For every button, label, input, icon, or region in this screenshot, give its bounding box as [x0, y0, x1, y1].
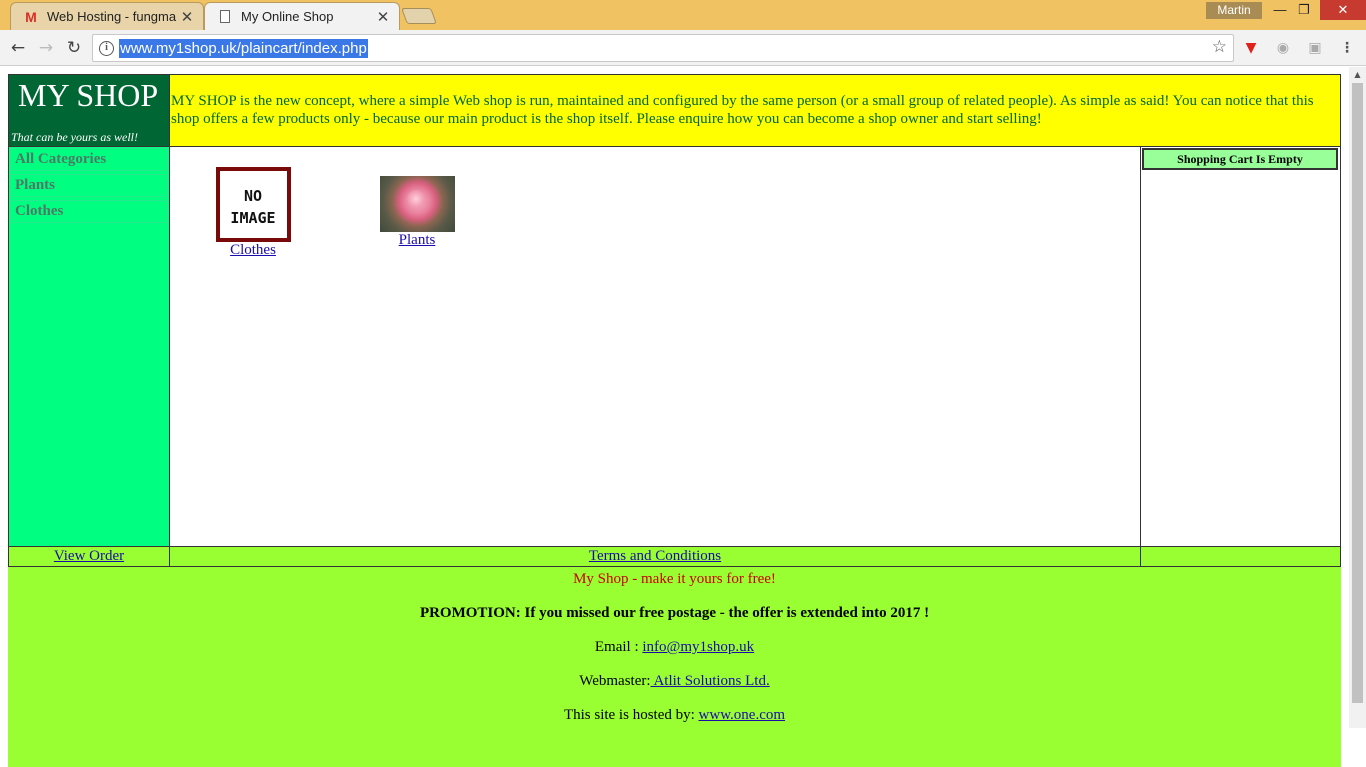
terms-link[interactable]: Terms and Conditions: [589, 548, 721, 564]
scroll-thumb[interactable]: [1352, 83, 1363, 703]
shield-extension-icon[interactable]: ▼: [1241, 38, 1261, 58]
vertical-scrollbar[interactable]: ▲: [1349, 67, 1366, 728]
restore-icon[interactable]: ❐: [1288, 0, 1320, 20]
shop-logo[interactable]: MY SHOP: [18, 77, 158, 114]
profile-button[interactable]: Martin: [1206, 2, 1262, 19]
shop-tagline: That can be yours as well!: [11, 130, 138, 144]
promotion-text: PROMOTION: If you missed our free postag…: [419, 605, 930, 621]
url-text[interactable]: www.my1shop.uk/plaincart/index.php: [119, 39, 368, 58]
gmail-icon: M: [25, 8, 37, 25]
empty-cell: [1140, 546, 1341, 567]
close-tab-icon[interactable]: ✕: [373, 8, 393, 26]
site-info-icon[interactable]: i: [99, 41, 114, 56]
cart-panel: Shopping Cart Is Empty: [1140, 146, 1341, 547]
product-plants[interactable]: Plants: [379, 176, 455, 249]
reload-icon[interactable]: ↻: [62, 36, 86, 60]
cart-status: Shopping Cart Is Empty: [1142, 148, 1338, 170]
forward-arrow-icon[interactable]: →: [34, 36, 58, 60]
host-link[interactable]: www.one.com: [699, 707, 786, 723]
view-order-cell: View Order: [8, 546, 170, 567]
product-link-plants[interactable]: Plants: [399, 232, 436, 248]
footer-slogan: My Shop - make it yours for free!: [573, 571, 776, 587]
web-page: MY SHOP That can be yours as well! MY SH…: [8, 74, 1341, 767]
tab-my-online-shop[interactable]: My Online Shop ✕: [204, 2, 400, 30]
page-footer: My Shop - make it yours for free! PROMOT…: [8, 567, 1341, 767]
scroll-up-icon[interactable]: ▲: [1349, 67, 1366, 82]
product-area: NO IMAGE Clothes Plants: [169, 146, 1141, 547]
webmaster-link[interactable]: Atlit Solutions Ltd.: [651, 673, 769, 689]
shop-intro: MY SHOP is the new concept, where a simp…: [169, 74, 1341, 147]
webmaster-label: Webmaster:: [579, 673, 651, 689]
extension-icon[interactable]: ◉: [1273, 38, 1293, 58]
menu-icon[interactable]: ⋮: [1337, 38, 1357, 58]
shop-layout: MY SHOP That can be yours as well! MY SH…: [8, 74, 1341, 567]
rose-image[interactable]: [379, 176, 455, 232]
bookmark-star-icon[interactable]: ☆: [1212, 37, 1227, 57]
product-clothes[interactable]: NO IMAGE Clothes: [215, 167, 291, 259]
extension-icon[interactable]: ▣: [1305, 38, 1325, 58]
browser-toolbar: ← → ↻ i www.my1shop.uk/plaincart/index.p…: [0, 30, 1366, 66]
no-image-placeholder[interactable]: NO IMAGE: [215, 167, 291, 242]
category-all[interactable]: All Categories: [11, 148, 168, 171]
address-bar[interactable]: i www.my1shop.uk/plaincart/index.php ☆: [92, 34, 1234, 62]
close-window-icon[interactable]: ✕: [1320, 0, 1366, 20]
email-link[interactable]: info@my1shop.uk: [642, 639, 754, 655]
title-bar: M Web Hosting - fungma ✕ My Online Shop …: [0, 0, 1366, 30]
close-tab-icon[interactable]: ✕: [177, 8, 197, 26]
tab-web-hosting[interactable]: M Web Hosting - fungma ✕: [10, 2, 204, 30]
tab-title: My Online Shop: [241, 9, 334, 24]
back-arrow-icon[interactable]: ←: [6, 36, 30, 60]
email-label: Email :: [594, 639, 639, 655]
terms-cell: Terms and Conditions: [169, 546, 1141, 567]
hosted-line: This site is hosted by: www.one.com: [8, 706, 1341, 724]
document-icon: [217, 10, 233, 23]
new-tab-button[interactable]: [401, 8, 437, 24]
category-clothes[interactable]: Clothes: [11, 200, 168, 223]
shop-brand: MY SHOP That can be yours as well!: [8, 74, 170, 147]
view-order-link[interactable]: View Order: [54, 548, 124, 564]
category-sidebar: All Categories Plants Clothes: [8, 146, 170, 547]
email-line: Email : info@my1shop.uk: [8, 638, 1341, 656]
webmaster-line: Webmaster: Atlit Solutions Ltd.: [8, 672, 1341, 690]
tab-title: Web Hosting - fungma: [47, 9, 177, 24]
category-plants[interactable]: Plants: [11, 174, 168, 197]
product-link-clothes[interactable]: Clothes: [230, 242, 276, 258]
hosted-label: This site is hosted by:: [563, 707, 695, 723]
